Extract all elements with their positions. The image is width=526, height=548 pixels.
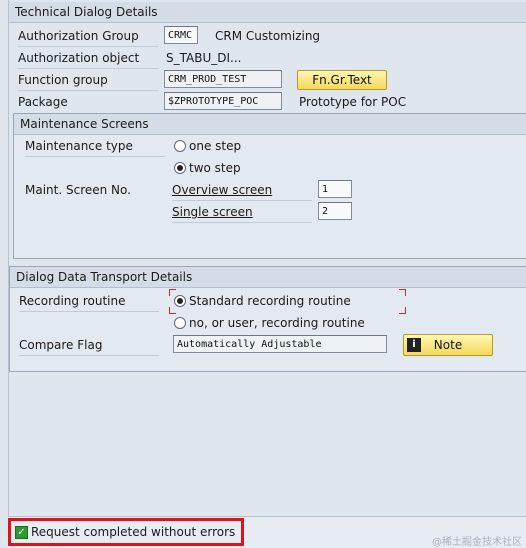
maintenance-type-label: Maintenance type <box>25 139 133 153</box>
radio-two-step-indicator <box>174 161 186 174</box>
function-group-label: Function group <box>18 73 108 87</box>
overview-screen-field[interactable]: 1 <box>318 180 352 198</box>
radio-standard-recording[interactable]: Standard recording routine <box>174 291 351 311</box>
info-icon: i <box>407 338 421 352</box>
function-group-text-button[interactable]: Fn.Gr.Text <box>297 70 387 90</box>
function-group-field[interactable]: CRM_PROD_TEST <box>164 70 282 88</box>
auth-group-desc: CRM Customizing <box>215 29 321 43</box>
technical-details-title: Technical Dialog Details <box>9 2 526 23</box>
single-screen-link[interactable]: Single screen <box>172 202 253 222</box>
auth-group-field[interactable]: CRMC <box>164 26 198 44</box>
radio-no-user-recording[interactable]: no, or user, recording routine <box>174 313 365 333</box>
compare-flag-field[interactable]: Automatically Adjustable <box>173 335 387 353</box>
radio-standard-recording-label: Standard recording routine <box>189 294 351 308</box>
radio-one-step-indicator <box>174 139 186 152</box>
radio-one-step-label: one step <box>189 139 242 153</box>
radio-two-step[interactable]: two step <box>174 158 241 178</box>
package-desc: Prototype for POC <box>299 95 407 109</box>
radio-one-step[interactable]: one step <box>174 136 241 156</box>
package-field[interactable]: $ZPROTOTYPE_POC <box>164 92 282 110</box>
dialog-frame: Technical Dialog Details Authorization G… <box>8 0 526 518</box>
transport-details-title: Dialog Data Transport Details <box>10 267 526 288</box>
radio-no-user-recording-label: no, or user, recording routine <box>189 316 365 330</box>
status-message: Request completed without errors <box>31 525 236 539</box>
note-button-label: Note <box>433 338 463 352</box>
single-screen-field[interactable]: 2 <box>318 202 352 220</box>
status-highlight[interactable]: ✓ Request completed without errors <box>8 518 244 546</box>
radio-no-user-recording-indicator <box>174 316 186 329</box>
auth-group-label: Authorization Group <box>18 29 139 43</box>
technical-details-group: Technical Dialog Details Authorization G… <box>9 2 526 110</box>
maintenance-screens-title: Maintenance Screens <box>14 114 526 135</box>
maint-screen-no-label: Maint. Screen No. <box>25 183 131 197</box>
transport-details-group: Dialog Data Transport Details Recording … <box>9 266 526 372</box>
checkmark-icon: ✓ <box>15 526 28 539</box>
maintenance-screens-group: Maintenance Screens Maintenance type one… <box>13 113 526 259</box>
overview-screen-link[interactable]: Overview screen <box>172 180 272 200</box>
recording-routine-label: Recording routine <box>19 294 126 308</box>
package-label: Package <box>18 95 68 109</box>
auth-object-label: Authorization object <box>18 51 140 65</box>
watermark-text: @稀土掘金技术社区 <box>432 537 522 548</box>
note-button[interactable]: i Note <box>403 334 493 356</box>
auth-object-value: S_TABU_DI... <box>166 51 242 65</box>
radio-two-step-label: two step <box>189 161 241 175</box>
compare-flag-label: Compare Flag <box>19 338 103 352</box>
radio-standard-recording-indicator <box>174 294 186 307</box>
